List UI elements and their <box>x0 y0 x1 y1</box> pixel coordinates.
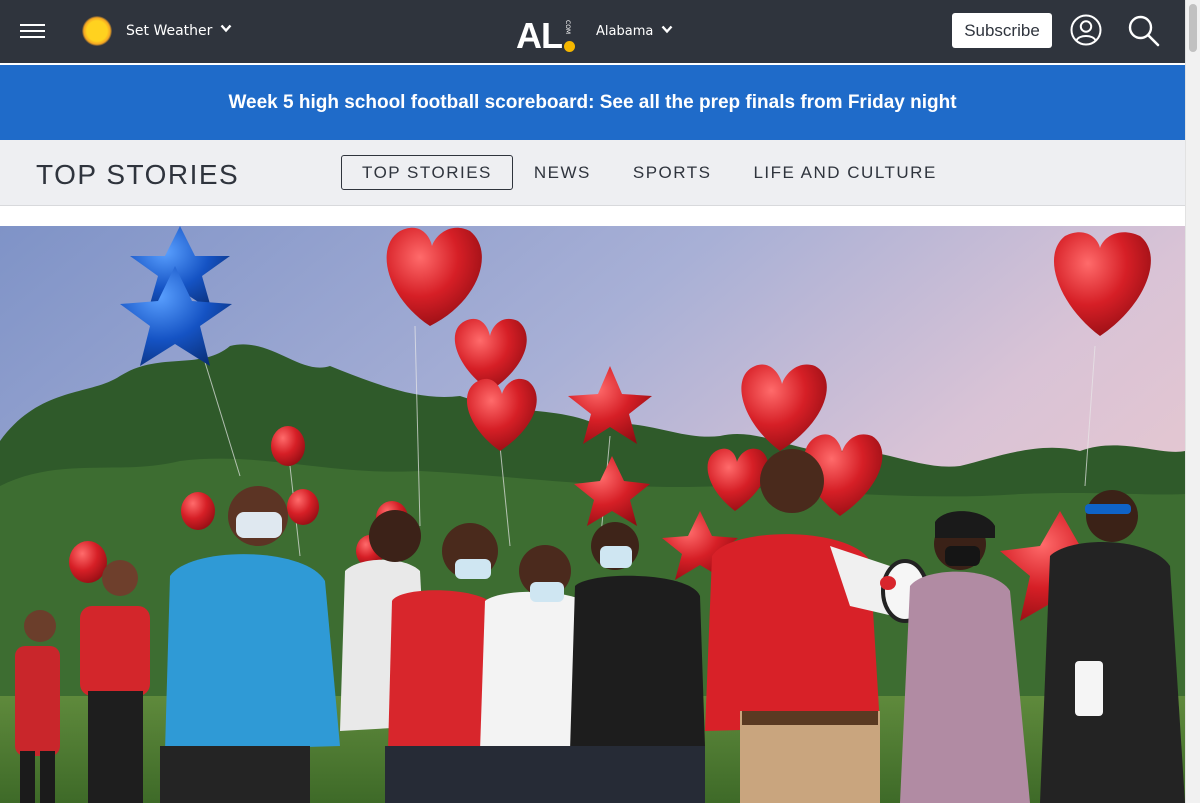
hero-photo <box>0 226 1185 803</box>
section-nav: TOP STORIES TOP STORIES NEWS SPORTS LIFE… <box>0 140 1185 206</box>
sun-icon <box>82 16 112 46</box>
region-selector[interactable]: Alabama <box>596 24 673 39</box>
page-scrollbar[interactable] <box>1185 0 1200 803</box>
tab-life-and-culture[interactable]: LIFE AND CULTURE <box>732 155 957 190</box>
section-tabs: TOP STORIES NEWS SPORTS LIFE AND CULTURE <box>341 155 958 190</box>
logo-dot <box>564 41 575 52</box>
tab-news[interactable]: NEWS <box>513 155 612 190</box>
subscribe-button[interactable]: Subscribe <box>952 13 1052 48</box>
site-header: Set Weather AL COM Alabama Subscribe <box>0 0 1185 63</box>
tab-sports[interactable]: SPORTS <box>612 155 733 190</box>
weather-label: Set Weather <box>126 23 213 39</box>
chevron-down-icon <box>661 25 673 34</box>
breaking-news-banner[interactable]: Week 5 high school football scoreboard: … <box>0 65 1185 140</box>
site-logo[interactable]: AL COM <box>516 16 576 54</box>
logo-suffix: COM <box>564 20 571 35</box>
chevron-down-icon <box>220 24 232 32</box>
logo-com: COM <box>564 18 576 54</box>
search-icon[interactable] <box>1127 14 1161 48</box>
hero-image[interactable] <box>0 226 1185 803</box>
user-icon[interactable] <box>1070 14 1102 46</box>
tab-top-stories[interactable]: TOP STORIES <box>341 155 513 190</box>
scrollbar-thumb[interactable] <box>1189 4 1197 52</box>
hamburger-menu-icon[interactable] <box>20 22 45 40</box>
banner-link[interactable]: Week 5 high school football scoreboard: … <box>228 92 956 114</box>
region-label: Alabama <box>596 24 654 39</box>
logo-text: AL <box>516 15 563 56</box>
weather-selector[interactable]: Set Weather <box>82 14 232 48</box>
section-title: TOP STORIES <box>36 159 240 190</box>
